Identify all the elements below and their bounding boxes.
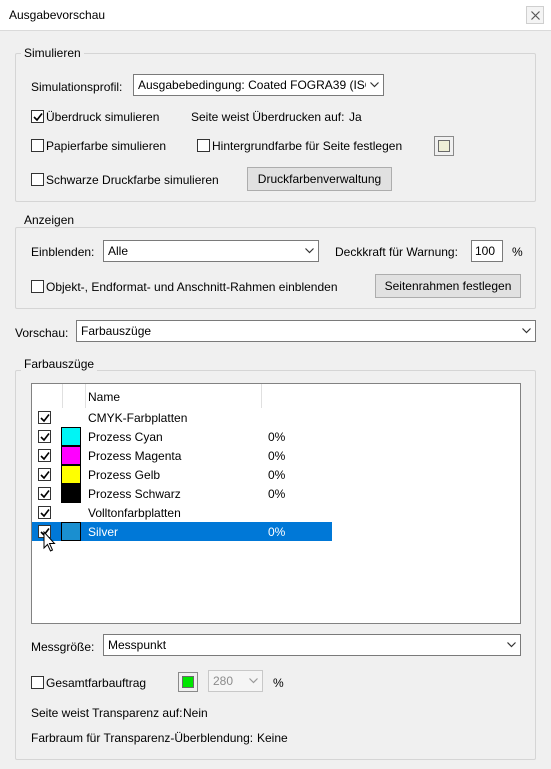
paper-color-checkbox[interactable] — [31, 139, 44, 152]
warning-opacity-percent: % — [512, 245, 523, 259]
ink-manager-button[interactable]: Druckfarbenverwaltung — [247, 167, 392, 191]
set-page-boxes-button[interactable]: Seitenrahmen festlegen — [375, 274, 521, 298]
bg-color-swatch — [438, 140, 450, 152]
measure-select[interactable]: Messpunkt — [103, 634, 521, 656]
separation-name: CMYK-Farbplatten — [88, 411, 188, 425]
chevron-down-icon — [518, 321, 535, 341]
measure-label: Messgröße: — [31, 640, 95, 654]
overprint-label: Überdruck simulieren — [46, 110, 160, 124]
warning-opacity-label: Deckkraft für Warnung: — [335, 245, 458, 259]
warning-opacity-input[interactable]: 100 — [471, 240, 503, 262]
transparency-label: Seite weist Transparenz auf: — [31, 706, 183, 720]
simulation-profile-select[interactable]: Ausgabebedingung: Coated FOGRA39 (ISO — [133, 74, 384, 96]
separation-checkbox[interactable] — [38, 449, 51, 462]
close-icon — [531, 11, 540, 20]
bg-color-swatch-button[interactable] — [434, 136, 454, 156]
separation-name: Prozess Gelb — [88, 468, 161, 482]
chevron-down-icon — [503, 635, 520, 655]
coverage-value-select[interactable]: 280 — [208, 670, 263, 692]
column-header-name[interactable]: Name — [88, 390, 120, 404]
separations-legend: Farbauszüge — [21, 357, 98, 371]
separation-percent: 0% — [268, 525, 286, 539]
coverage-color-swatch — [182, 676, 194, 688]
simulation-profile-label: Simulationsprofil: — [31, 80, 123, 94]
list-item[interactable]: Silver 0% — [32, 522, 332, 541]
separation-name: Prozess Magenta — [88, 449, 182, 463]
column-divider — [85, 384, 86, 408]
chevron-down-icon — [301, 241, 318, 261]
list-item[interactable]: CMYK-Farbplatten — [32, 408, 332, 427]
separation-checkbox[interactable] — [38, 411, 51, 424]
checkmark-icon — [40, 414, 50, 423]
list-item[interactable]: Prozess Cyan 0% — [32, 427, 332, 446]
bg-color-checkbox[interactable] — [197, 139, 210, 152]
coverage-percent: % — [273, 676, 284, 690]
column-divider — [62, 384, 63, 408]
show-label: Einblenden: — [31, 245, 95, 259]
black-ink-label: Schwarze Druckfarbe simulieren — [46, 173, 219, 187]
page-overprint-value: Ja — [349, 110, 362, 124]
separation-name: Silver — [88, 525, 119, 539]
checkmark-icon — [40, 452, 50, 461]
separation-percent: 0% — [268, 468, 286, 482]
preview-select[interactable]: Farbauszüge — [76, 320, 536, 342]
separation-checkbox[interactable] — [38, 468, 51, 481]
window-title: Ausgabevorschau — [9, 8, 106, 22]
separation-percent: 0% — [268, 449, 286, 463]
page-overprint-label: Seite weist Überdrucken auf: — [191, 110, 345, 124]
transparency-value: Nein — [183, 706, 208, 720]
checkmark-icon — [40, 490, 50, 499]
measure-value: Messpunkt — [108, 638, 167, 652]
title-bar: Ausgabevorschau — [0, 0, 551, 31]
column-divider — [261, 384, 262, 408]
preview-label: Vorschau: — [15, 326, 69, 340]
separation-percent: 0% — [268, 430, 286, 444]
separation-checkbox[interactable] — [38, 430, 51, 443]
display-legend: Anzeigen — [21, 213, 78, 227]
coverage-color-swatch-button[interactable] — [178, 672, 198, 692]
list-item[interactable]: Prozess Magenta 0% — [32, 446, 332, 465]
separation-color-swatch — [61, 446, 81, 465]
simulation-profile-value: Ausgabebedingung: Coated FOGRA39 (ISO — [138, 78, 375, 92]
separation-color-swatch — [61, 427, 81, 446]
page-boxes-checkbox[interactable] — [31, 280, 44, 293]
simulate-legend: Simulieren — [21, 46, 84, 60]
separation-color-swatch — [61, 465, 81, 484]
chevron-down-icon — [366, 75, 383, 95]
list-item[interactable]: Volltonfarbplatten — [32, 503, 332, 522]
checkmark-icon — [40, 471, 50, 480]
bg-color-label: Hintergrundfarbe für Seite festlegen — [212, 139, 403, 153]
list-item[interactable]: Prozess Gelb 0% — [32, 465, 332, 484]
separation-color-swatch — [61, 484, 81, 503]
show-select[interactable]: Alle — [103, 240, 319, 262]
checkmark-icon — [40, 433, 50, 442]
coverage-value: 280 — [213, 674, 234, 688]
separation-checkbox[interactable] — [38, 487, 51, 500]
show-value: Alle — [108, 244, 129, 258]
chevron-down-icon — [245, 671, 262, 691]
separation-checkbox[interactable] — [38, 506, 51, 519]
separation-name: Prozess Schwarz — [88, 487, 181, 501]
blend-space-label: Farbraum für Transparenz-Überblendung: — [31, 731, 254, 745]
preview-value: Farbauszüge — [81, 324, 152, 338]
total-coverage-label: Gesamtfarbauftrag — [46, 676, 147, 690]
page-boxes-label: Objekt-, Endformat- und Anschnitt-Rahmen… — [46, 280, 338, 294]
separations-list[interactable]: Name CMYK-Farbplatten Prozess Cyan 0% Proze… — [31, 383, 521, 624]
checkmark-icon — [33, 113, 43, 122]
close-button[interactable] — [526, 6, 544, 24]
separation-color-swatch — [61, 522, 81, 541]
blend-space-value: Keine — [257, 731, 288, 745]
overprint-checkbox[interactable] — [31, 110, 44, 123]
checkmark-icon — [40, 509, 50, 518]
black-ink-checkbox[interactable] — [31, 173, 44, 186]
separation-name: Volltonfarbplatten — [88, 506, 181, 520]
separation-name: Prozess Cyan — [88, 430, 163, 444]
total-coverage-checkbox[interactable] — [31, 676, 44, 689]
separation-percent: 0% — [268, 487, 286, 501]
list-item[interactable]: Prozess Schwarz 0% — [32, 484, 332, 503]
paper-color-label: Papierfarbe simulieren — [46, 139, 167, 153]
mouse-cursor-icon — [43, 531, 56, 552]
